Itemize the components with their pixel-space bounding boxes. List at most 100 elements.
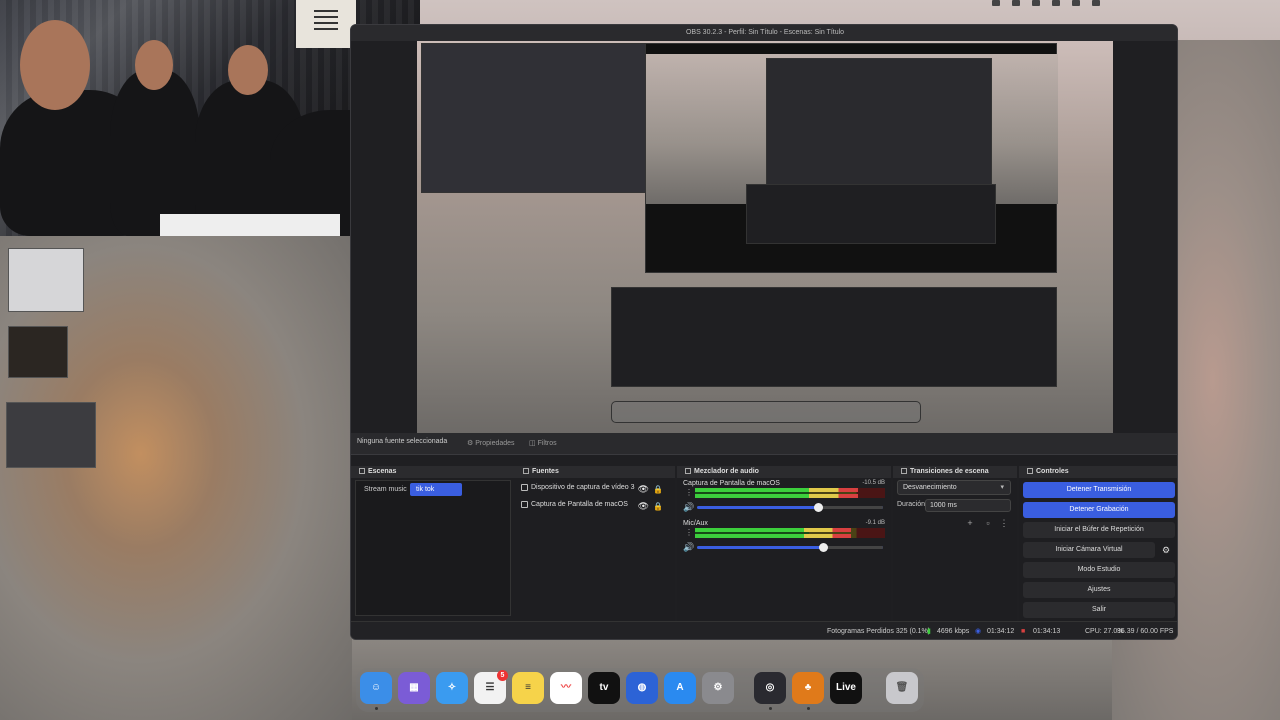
properties-button[interactable]: ⚙ Propiedades — [461, 437, 521, 451]
volume-meter — [695, 528, 885, 538]
running-indicator — [769, 707, 772, 710]
desktop-window-thumbnail[interactable] — [6, 402, 96, 468]
slider-knob[interactable] — [819, 543, 829, 552]
trash-icon[interactable]: ▫ — [983, 518, 993, 528]
panel-icon — [901, 468, 907, 474]
more-icon[interactable]: ⋮ — [999, 518, 1009, 528]
desk — [160, 214, 340, 236]
volume-slider[interactable] — [697, 503, 883, 512]
menubar-icon[interactable] — [992, 0, 1000, 6]
channel-menu-icon[interactable]: ⋮ — [685, 528, 693, 537]
sources-header: Fuentes — [515, 466, 675, 478]
chevron-down-icon: ▾ — [1000, 484, 1004, 491]
mixer-title: Mezclador de audio — [694, 468, 759, 475]
nested-dock — [611, 401, 921, 423]
transitions-header: Transiciones de escena — [893, 466, 1017, 478]
sources-title: Fuentes — [532, 468, 559, 475]
nested-obs-window — [645, 43, 1058, 273]
duration-value: 1000 ms — [930, 502, 957, 509]
finder-icon[interactable]: ☺ — [360, 672, 392, 704]
speaker-icon[interactable]: 🔊 — [683, 502, 694, 513]
replay-buffer-button[interactable]: Iniciar el Búfer de Repetición — [1023, 522, 1175, 538]
filters-button[interactable]: ◫ Filtros — [523, 437, 563, 451]
source-item[interactable]: Captura de Pantalla de macOS 👁 🔒 — [519, 497, 671, 512]
menubar-icon[interactable] — [1072, 0, 1080, 6]
source-item[interactable]: Dispositivo de captura de vídeo 3 👁 🔒 — [519, 480, 671, 495]
launchpad-icon[interactable]: ▦ — [398, 672, 430, 704]
appletv-icon[interactable]: tv — [588, 672, 620, 704]
channel-menu-icon[interactable]: ⋮ — [685, 488, 693, 497]
safari-icon[interactable]: ✧ — [436, 672, 468, 704]
source-label: Captura de Pantalla de macOS — [531, 501, 628, 508]
studio-mode-button[interactable]: Modo Estudio — [1023, 562, 1175, 578]
add-icon[interactable]: + — [965, 518, 975, 528]
eye-icon[interactable]: 👁 — [638, 499, 649, 514]
nested-panels — [746, 184, 996, 244]
running-indicator — [807, 707, 810, 710]
exit-button[interactable]: Salir — [1023, 602, 1175, 618]
settings-button[interactable]: Ajustes — [1023, 582, 1175, 598]
speaker-icon[interactable]: 🔊 — [683, 542, 694, 553]
running-indicator — [375, 707, 378, 710]
desktop-window-thumbnail[interactable] — [8, 248, 84, 312]
lock-icon[interactable]: 🔒 — [653, 482, 663, 497]
transitions-title: Transiciones de escena — [910, 468, 989, 475]
scene-item-active[interactable]: tik tok — [410, 483, 462, 496]
scenes-panel: Escenas Stream music tik tok + ▫ ▤ ⌃ ⌄ — [351, 466, 515, 639]
filters-label: Filtros — [537, 440, 557, 447]
system-settings-icon[interactable]: ⚙ — [702, 672, 734, 704]
menubar-icon[interactable] — [1092, 0, 1100, 6]
scenes-list: Stream music tik tok — [355, 480, 511, 616]
scene-item[interactable]: Stream music — [358, 483, 408, 496]
volume-meter — [695, 488, 885, 498]
window-title: OBS 30.2.3 - Perfil: Sin Título - Escena… — [351, 25, 1177, 41]
transition-select[interactable]: Desvanecimiento ▾ — [897, 480, 1011, 495]
channel-db: -10.5 dB — [862, 480, 885, 486]
signal-icon: ▮ — [927, 628, 931, 635]
slider-track — [823, 546, 883, 549]
desktop-window-thumbnail[interactable] — [8, 326, 68, 378]
obs-window: OBS 30.2.3 - Perfil: Sin Título - Escena… — [350, 24, 1178, 640]
reminders-icon[interactable]: ☰ 5 — [474, 670, 508, 704]
panel-icon — [523, 468, 529, 474]
notes-icon[interactable]: ≡ — [512, 672, 544, 704]
slider-knob[interactable] — [813, 503, 823, 512]
stop-recording-button[interactable]: Detener Grabación — [1023, 502, 1175, 518]
channel-db: -9.1 dB — [865, 520, 885, 526]
level-bar — [695, 534, 851, 538]
menubar-icon[interactable] — [1052, 0, 1060, 6]
stream-icon: ◉ — [975, 628, 982, 635]
panel-icon — [1027, 468, 1033, 474]
obs-icon[interactable]: ◎ — [754, 672, 786, 704]
mixer-channel: Captura de Pantalla de macOS -10.5 dB ⋮ … — [681, 480, 889, 520]
person-face — [228, 45, 268, 95]
ableton-live-icon[interactable]: Live — [830, 672, 862, 704]
freeform-icon[interactable]: 〰 — [550, 672, 582, 704]
duration-input[interactable]: 1000 ms — [925, 499, 1011, 512]
trash-icon[interactable]: 🗑 — [886, 672, 918, 704]
volume-slider[interactable] — [697, 543, 883, 552]
fl-studio-icon[interactable]: ♣ — [792, 672, 824, 704]
eye-icon[interactable]: 👁 — [638, 482, 649, 497]
notification-badge: 5 — [497, 670, 508, 681]
nested-obs-inner — [766, 58, 992, 188]
appstore-icon[interactable]: A — [664, 672, 696, 704]
lock-icon[interactable]: 🔒 — [653, 499, 663, 514]
menubar-icon[interactable] — [1032, 0, 1040, 6]
preview-webcam — [421, 43, 647, 193]
virtual-camera-button[interactable]: Iniciar Cámara Virtual — [1023, 542, 1155, 558]
drive-icon[interactable]: ◍ — [626, 672, 658, 704]
stream-time: 01:34:12 — [987, 628, 1015, 635]
mixer-channel: Mic/Aux -9.1 dB ⋮ 🔊 — [681, 520, 889, 560]
channel-name: Mic/Aux — [683, 520, 708, 527]
properties-label: Propiedades — [475, 440, 515, 447]
fps: 36.39 / 60.00 FPS — [1117, 628, 1174, 635]
stop-stream-button[interactable]: Detener Transmisión — [1023, 482, 1175, 498]
display-icon — [521, 501, 528, 508]
controls-header: Controles — [1019, 466, 1177, 478]
gear-icon[interactable]: ⚙ — [1159, 542, 1173, 558]
menubar-icon[interactable] — [1012, 0, 1020, 6]
no-source-label: Ninguna fuente seleccionada — [357, 438, 448, 445]
sources-panel: Fuentes Dispositivo de captura de vídeo … — [515, 466, 675, 639]
preview-canvas[interactable] — [417, 41, 1113, 433]
